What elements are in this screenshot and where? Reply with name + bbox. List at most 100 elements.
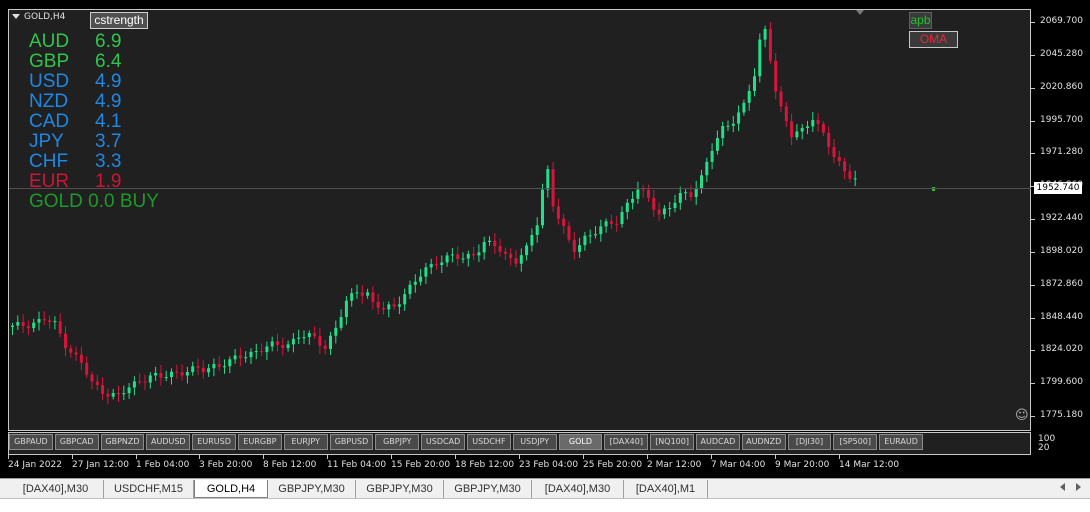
candle-body — [143, 381, 147, 383]
candlestick-series — [11, 21, 935, 405]
candle-body — [742, 102, 746, 113]
price-level-label: 1922.440 — [1040, 213, 1083, 223]
candle-body — [700, 175, 703, 189]
chart-tab[interactable]: GOLD,H4 — [194, 480, 268, 498]
symbol-button-gbpnzd[interactable]: GBPNZD — [100, 434, 145, 450]
candle-body — [811, 119, 815, 127]
candle-body — [127, 387, 131, 394]
candle-body — [546, 169, 550, 190]
candle-body — [360, 292, 364, 296]
candle-body — [339, 317, 343, 328]
candle-body — [843, 161, 847, 172]
candle-body — [800, 128, 804, 132]
strength-row-eur: EUR 1.9 — [29, 172, 121, 192]
time-tick — [839, 455, 840, 459]
price-level-label: 1971.280 — [1040, 147, 1083, 158]
candle-body — [329, 335, 332, 349]
candle-body — [191, 366, 195, 372]
candle-body — [525, 245, 529, 256]
price-chart[interactable] — [8, 9, 1031, 431]
candle-body — [42, 318, 46, 321]
symbol-button-audusd[interactable]: AUDUSD — [146, 434, 191, 450]
price-tick — [1031, 54, 1035, 56]
strength-value: 3.3 — [95, 151, 122, 172]
symbol-button-dax40[interactable]: [DAX40] — [604, 434, 649, 450]
time-label: 27 Jan 12:00 — [72, 460, 129, 470]
symbol-button-sp500[interactable]: [SP500] — [833, 434, 878, 450]
symbol-button-nq100[interactable]: [NQ100] — [650, 434, 694, 450]
candle-body — [138, 381, 142, 383]
symbol-button-gbpaud[interactable]: GBPAUD — [9, 434, 53, 450]
strength-row-aud: AUD 6.9 — [29, 32, 121, 52]
symbol-button-gbpcad[interactable]: GBPCAD — [54, 434, 99, 450]
symbol-button-euraud[interactable]: EURAUD — [879, 434, 923, 450]
time-label: 11 Feb 04:00 — [327, 460, 387, 470]
chart-symbol-label[interactable]: GOLD,H4 — [12, 12, 65, 22]
cstrength-button[interactable]: cstrength — [90, 12, 148, 29]
candle-body — [472, 253, 476, 256]
strength-currency: USD — [29, 71, 70, 92]
chart-tab[interactable]: USDCHF,M15 — [104, 480, 194, 498]
symbol-button-usdchf[interactable]: USDCHF — [467, 434, 511, 450]
apb-button[interactable]: apb — [909, 12, 932, 29]
candle-body — [445, 255, 449, 263]
symbol-button-usdjpy[interactable]: USDJPY — [512, 434, 557, 450]
price-axis[interactable]: 2069.700 2045.280 2020.860 1995.700 1971.280… — [1031, 9, 1090, 431]
symbol-button-gbpusd[interactable]: GBPUSD — [329, 434, 374, 450]
chart-tab[interactable]: GBPJPY,M30 — [444, 480, 532, 498]
candle-body — [164, 377, 168, 379]
symbol-button-gbpjpy[interactable]: GBPJPY — [375, 434, 420, 450]
symbol-button-usdcad[interactable]: USDCAD — [421, 434, 465, 450]
candle-body — [763, 28, 767, 40]
candle-body — [731, 123, 735, 126]
chart-tab[interactable]: [DAX40],M30 — [8, 480, 104, 498]
symbol-button-eurgbp[interactable]: EURGBP — [238, 434, 282, 450]
candle-body — [270, 341, 274, 347]
strength-currency: CHF — [29, 151, 69, 172]
price-tick — [1031, 317, 1035, 319]
candle-body — [678, 193, 682, 203]
strength-row-gbp: GBP 6.4 — [29, 52, 121, 72]
time-label: 15 Feb 20:00 — [391, 460, 451, 470]
candle-body — [572, 239, 576, 252]
chart-tab[interactable]: [DAX40],M1 — [624, 480, 708, 498]
symbol-button-gold[interactable]: GOLD — [558, 434, 603, 450]
candle-body — [419, 276, 423, 282]
price-level-label: 2069.700 — [1040, 16, 1083, 26]
candle-body — [11, 325, 14, 327]
shift-marker-icon[interactable] — [856, 10, 864, 15]
candle-body — [832, 147, 836, 157]
candle-body — [779, 91, 783, 107]
strength-row-cad: CAD 4.1 — [29, 112, 121, 132]
candle-body — [233, 355, 237, 360]
chart-tab[interactable]: GBPJPY,M30 — [268, 480, 356, 498]
symbol-button-eurusd[interactable]: EURUSD — [192, 434, 236, 450]
symbol-button-dji30[interactable]: [DJI30] — [787, 434, 832, 450]
oma-button[interactable]: OMA — [909, 31, 958, 48]
tab-scroll-right-icon[interactable] — [1076, 483, 1081, 491]
strength-value: 4.1 — [95, 111, 122, 132]
candle-body — [154, 372, 158, 376]
candle-body — [837, 156, 841, 162]
current-price-line — [9, 188, 1031, 189]
candle-body — [196, 366, 200, 368]
candle-body — [784, 106, 788, 122]
chart-tab[interactable]: GBPJPY,M30 — [356, 480, 444, 498]
candle-body — [254, 351, 258, 353]
chart-tab[interactable]: [DAX40],M30 — [532, 480, 624, 498]
price-level-label: 1775.180 — [1040, 410, 1083, 420]
candle-body — [631, 198, 635, 203]
candle-body — [461, 258, 465, 260]
candle-body — [382, 307, 385, 310]
time-tick — [263, 455, 264, 459]
candle-body — [350, 293, 354, 301]
price-level-label: 1898.020 — [1040, 245, 1083, 256]
symbol-button-eurjpy[interactable]: EURJPY — [283, 434, 328, 450]
dropdown-triangle-icon — [12, 14, 20, 19]
tab-scroll-left-icon[interactable] — [1060, 483, 1065, 491]
candle-body — [344, 300, 348, 318]
symbol-button-audnzd[interactable]: AUDNZD — [741, 434, 786, 450]
candle-body — [58, 321, 62, 334]
symbol-button-audcad[interactable]: AUDCAD — [696, 434, 740, 450]
candle-body — [392, 304, 396, 307]
